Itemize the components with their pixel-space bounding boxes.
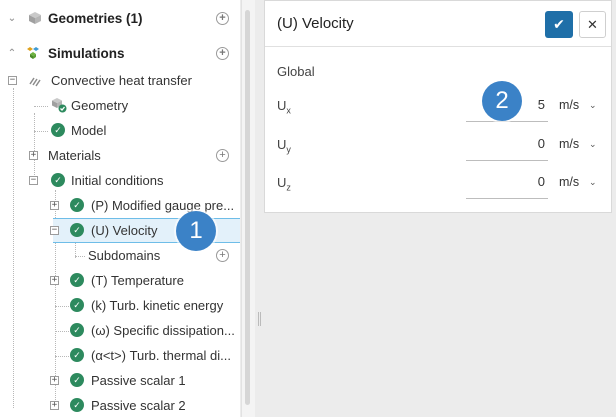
tree-scrollbar-thumb[interactable] [245, 10, 250, 405]
callout-badge-1: 1 [176, 211, 216, 251]
tree-item-label: Initial conditions [71, 173, 164, 188]
tree-item-passive-scalar-1[interactable]: + ✓ Passive scalar 1 [0, 368, 240, 393]
check-icon: ✓ [70, 298, 84, 312]
uz-input[interactable]: 0 [465, 174, 545, 189]
checkmark-icon: ✔ [553, 16, 565, 32]
ux-label: Ux [277, 98, 291, 116]
check-icon: ✓ [70, 373, 84, 387]
check-icon: ✓ [51, 123, 65, 137]
collapse-icon[interactable]: − [8, 76, 17, 85]
ux-unit-select[interactable]: m/s [559, 98, 579, 112]
tree-item-label: (T) Temperature [91, 273, 184, 288]
uz-unit-select[interactable]: m/s [559, 175, 579, 189]
tree-item-label: (k) Turb. kinetic energy [91, 298, 224, 313]
chevron-down-icon[interactable]: ⌄ [589, 177, 597, 188]
global-section-label: Global [277, 64, 315, 79]
add-subdomain-button[interactable]: + [216, 249, 229, 262]
confirm-button[interactable]: ✔ [545, 11, 573, 38]
uy-unit-select[interactable]: m/s [559, 137, 579, 151]
tree-item-model[interactable]: ✓ Model [0, 118, 240, 143]
tree-item-turb-kinetic-energy[interactable]: ✓ (k) Turb. kinetic energy [0, 293, 240, 318]
tree-item-label: (U) Velocity [91, 223, 158, 238]
tree-item-simulation[interactable]: − Convective heat transfer [0, 68, 240, 93]
tree-item-label: Subdomains [88, 248, 161, 263]
close-button[interactable]: ✕ [579, 11, 606, 38]
tree-item-passive-scalar-2[interactable]: + ✓ Passive scalar 2 [0, 393, 240, 417]
chevron-down-icon[interactable]: ⌄ [589, 139, 597, 150]
chevron-up-icon[interactable]: ⌃ [6, 48, 18, 59]
tree-item-label: Convective heat transfer [51, 73, 192, 88]
uz-input-underline [466, 198, 548, 199]
tree-item-turb-thermal-diffusivity[interactable]: ✓ (α<t>) Turb. thermal di... [0, 343, 240, 368]
expand-icon[interactable]: + [50, 276, 59, 285]
check-icon: ✓ [51, 173, 65, 187]
check-icon: ✓ [70, 223, 84, 237]
dialog-title: (U) Velocity [277, 15, 354, 32]
simulation-tree: ⌄ Geometries (1) + ⌃ Simulations + − Con… [0, 0, 240, 417]
expand-icon[interactable]: + [50, 376, 59, 385]
tree-item-temperature[interactable]: + ✓ (T) Temperature [0, 268, 240, 293]
tree-item-label: Geometry [71, 98, 129, 113]
geometry-icon [29, 12, 41, 24]
expand-icon[interactable]: + [50, 201, 59, 210]
tree-item-initial-conditions[interactable]: − ✓ Initial conditions [0, 168, 240, 193]
chevron-down-icon[interactable]: ⌄ [589, 100, 597, 111]
panel-splitter-handle[interactable] [258, 312, 261, 326]
tree-item-specific-dissipation[interactable]: ✓ (ω) Specific dissipation... [0, 318, 240, 343]
tree-item-label: (ω) Specific dissipation... [91, 323, 235, 338]
tree-item-materials[interactable]: + Materials + [0, 143, 240, 168]
tree-item-label: Geometries (1) [48, 11, 143, 26]
geometry-check-icon [52, 98, 67, 113]
collapse-icon[interactable]: − [50, 226, 59, 235]
velocity-dialog: (U) Velocity ✔ ✕ Global Ux 5 m/s ⌄ Uy 0 … [264, 0, 612, 213]
uy-input[interactable]: 0 [465, 136, 545, 151]
uy-label: Uy [277, 137, 291, 155]
check-icon: ✓ [70, 323, 84, 337]
tree-item-label: Simulations [48, 46, 125, 61]
simulation-icon [27, 47, 39, 59]
expand-icon[interactable]: + [50, 401, 59, 410]
heat-transfer-icon [29, 77, 41, 87]
check-icon: ✓ [70, 273, 84, 287]
tree-item-label: Materials [48, 148, 101, 163]
collapse-icon[interactable]: − [29, 176, 38, 185]
tree-item-simulations[interactable]: ⌃ Simulations + [0, 41, 240, 66]
tree-item-geometries[interactable]: ⌄ Geometries (1) + [0, 6, 240, 31]
tree-item-label: Passive scalar 1 [91, 373, 186, 388]
ux-input-underline [466, 121, 548, 122]
check-icon: ✓ [70, 348, 84, 362]
close-icon: ✕ [587, 17, 598, 32]
add-geometry-button[interactable]: + [216, 12, 229, 25]
tree-item-label: Model [71, 123, 107, 138]
tree-item-geometry[interactable]: Geometry [0, 93, 240, 118]
tree-item-label: (α<t>) Turb. thermal di... [91, 348, 231, 363]
check-icon: ✓ [70, 398, 84, 412]
callout-badge-2: 2 [482, 81, 522, 121]
uy-input-underline [466, 160, 548, 161]
dialog-header: (U) Velocity ✔ ✕ [265, 1, 611, 47]
check-icon: ✓ [70, 198, 84, 212]
tree-item-label: (P) Modified gauge pre... [91, 198, 235, 213]
expand-icon[interactable]: + [29, 151, 38, 160]
chevron-down-icon[interactable]: ⌄ [6, 13, 18, 24]
add-simulation-button[interactable]: + [216, 47, 229, 60]
tree-item-label: Passive scalar 2 [91, 398, 186, 413]
uz-label: Uz [277, 175, 291, 193]
add-material-button[interactable]: + [216, 149, 229, 162]
